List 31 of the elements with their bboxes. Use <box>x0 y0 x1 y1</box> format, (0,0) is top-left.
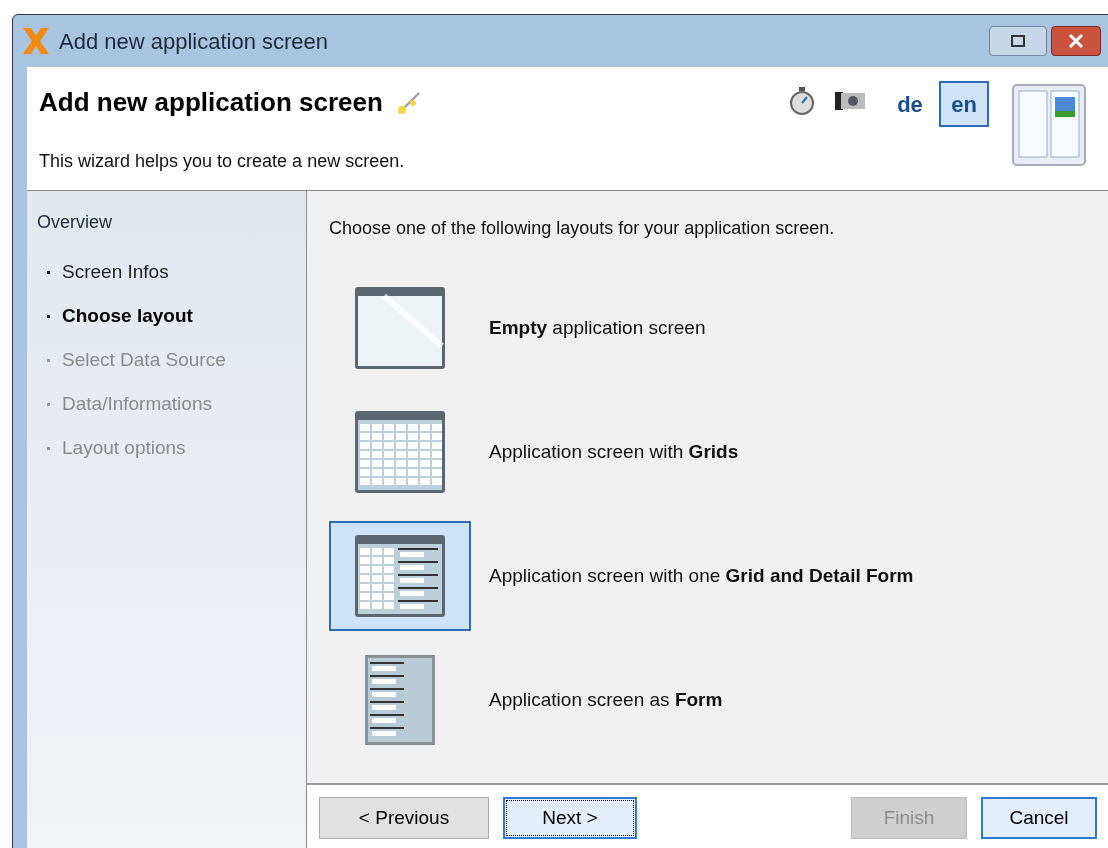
language-button[interactable]: en <box>939 81 989 127</box>
wizard-step: Choose layout <box>62 301 193 331</box>
wizard-step: Data/Informations <box>62 389 212 419</box>
form-page-icon <box>364 654 436 746</box>
app-logo-icon <box>21 26 51 56</box>
sidebar-title: Overview <box>37 211 113 234</box>
wizard-button[interactable]: Cancel <box>981 797 1097 839</box>
restore-button[interactable] <box>989 26 1047 56</box>
stopwatch-icon <box>789 87 815 115</box>
table-form-window-icon <box>354 534 446 618</box>
wizard-button[interactable]: < Previous <box>319 797 489 839</box>
restore-icon <box>1011 35 1025 47</box>
layout-label: Application screen with one Grid and Detail Form <box>489 563 914 588</box>
window-title: Add new application screen <box>59 27 329 56</box>
layout-prompt: Choose one of the following layouts for your application screen. <box>329 217 836 240</box>
table-window-icon <box>354 410 446 494</box>
layout-label: Application screen with Grids <box>489 439 739 464</box>
close-button[interactable] <box>1051 26 1101 56</box>
wizard-step: Select Data Source <box>62 345 226 375</box>
camera-icon <box>835 89 865 111</box>
language-button[interactable]: de <box>885 81 935 127</box>
wizard-step: Screen Infos <box>62 257 169 287</box>
header-title: Add new application screen <box>39 86 383 119</box>
close-icon <box>1068 34 1084 48</box>
layout-option[interactable] <box>329 521 471 631</box>
layout-label: Application screen as Form <box>489 687 723 712</box>
wizard-button[interactable]: Next > <box>503 797 637 839</box>
header-subtitle: This wizard helps you to create a new screen. <box>39 150 406 173</box>
layout-label: Empty application screen <box>489 315 706 340</box>
wizard-step: Layout options <box>62 433 186 463</box>
blank-window-icon <box>354 286 446 370</box>
